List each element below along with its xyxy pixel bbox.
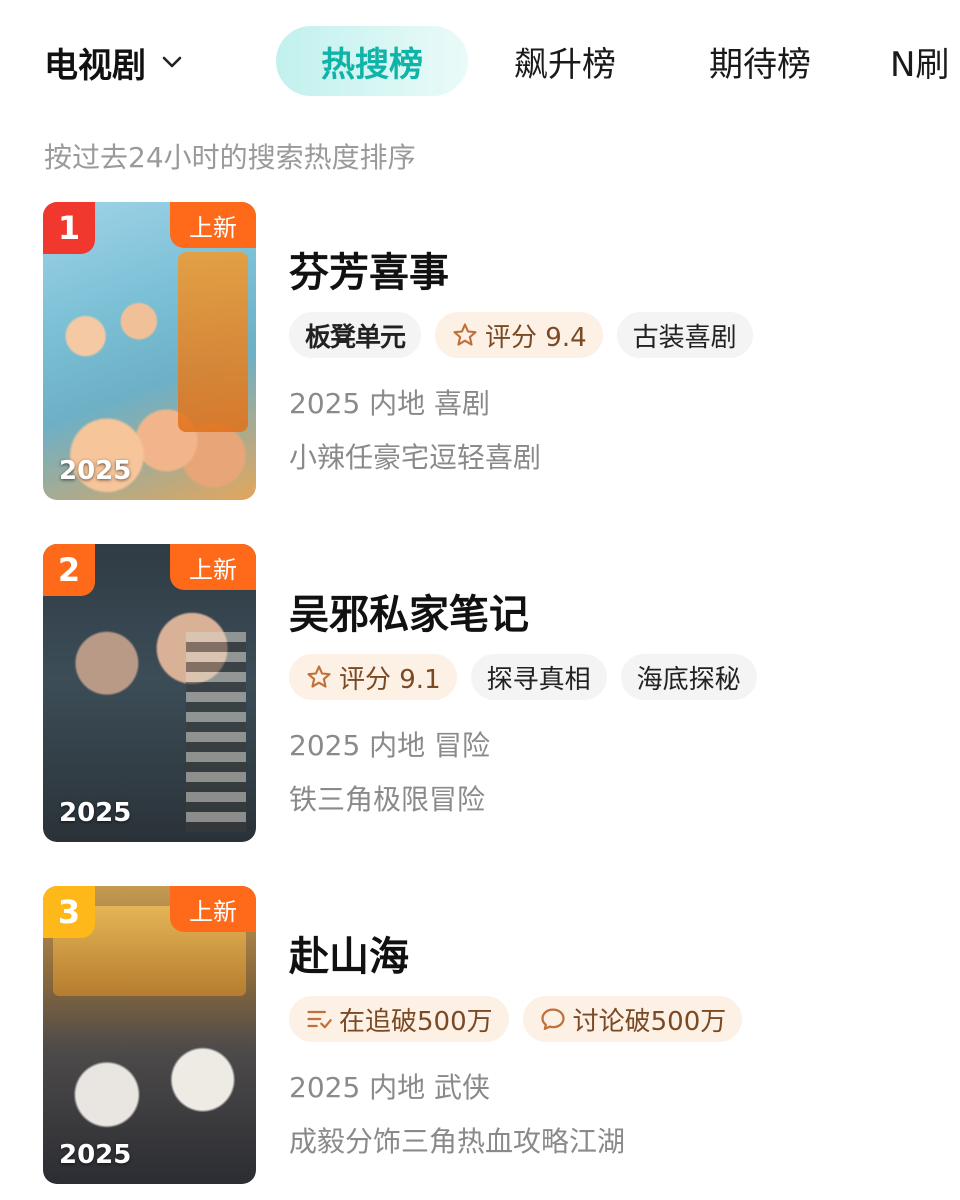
tab-rewatch[interactable]: N刷 bbox=[890, 26, 960, 96]
list-item[interactable]: 1 上新 2025 芬芳喜事 板凳单元 评分 9.4 古装喜剧 2025 内地 … bbox=[0, 202, 960, 502]
tab-hot-search[interactable]: 热搜榜 bbox=[276, 26, 468, 96]
tab-label: N刷 bbox=[890, 44, 950, 85]
item-description: 小辣任豪宅逗轻喜剧 bbox=[289, 441, 542, 474]
poster-year: 2025 bbox=[59, 1140, 132, 1170]
tab-label: 飙升榜 bbox=[514, 44, 616, 85]
poster-image[interactable]: 2 上新 2025 bbox=[43, 544, 256, 842]
watching-tag: 在追破500万 bbox=[289, 996, 509, 1042]
genre-tag: 海底探秘 bbox=[620, 654, 757, 700]
item-meta: 2025 内地 喜剧 bbox=[289, 387, 491, 420]
item-meta: 2025 内地 冒险 bbox=[289, 729, 491, 762]
tag-row: 板凳单元 评分 9.4 古装喜剧 bbox=[289, 312, 753, 358]
poster-image[interactable]: 3 上新 2025 bbox=[43, 886, 256, 1184]
tag-row: 在追破500万 讨论破500万 bbox=[289, 996, 743, 1042]
item-meta: 2025 内地 武侠 bbox=[289, 1071, 491, 1104]
ranking-description: 按过去24小时的搜索热度排序 bbox=[44, 141, 416, 174]
item-title[interactable]: 赴山海 bbox=[289, 924, 409, 982]
list-icon bbox=[307, 1010, 332, 1029]
rank-badge: 2 bbox=[43, 544, 95, 596]
tag-row: 评分 9.1 探寻真相 海底探秘 bbox=[289, 654, 757, 700]
item-title[interactable]: 芬芳喜事 bbox=[289, 240, 449, 298]
new-badge: 上新 bbox=[170, 202, 256, 248]
poster-year: 2025 bbox=[59, 798, 132, 828]
rank-badge: 3 bbox=[43, 886, 95, 938]
brand-tag: 板凳单元 bbox=[289, 312, 422, 358]
star-icon bbox=[307, 665, 331, 688]
list-item[interactable]: 3 上新 2025 赴山海 在追破500万 讨论破500万 2025 内地 武侠… bbox=[0, 886, 960, 1186]
genre-label: 探寻真相 bbox=[486, 664, 591, 695]
genre-tag: 古装喜剧 bbox=[616, 312, 753, 358]
poster-image[interactable]: 1 上新 2025 bbox=[43, 202, 256, 500]
rating-label: 评分 9.1 bbox=[339, 664, 441, 695]
rating-label: 评分 9.4 bbox=[485, 322, 587, 353]
rating-tag: 评分 9.1 bbox=[289, 654, 457, 700]
category-label: 电视剧 bbox=[44, 45, 146, 86]
chevron-down-icon bbox=[162, 56, 182, 68]
genre-label: 海底探秘 bbox=[636, 664, 741, 695]
tab-label: 热搜榜 bbox=[321, 44, 423, 85]
rank-badge: 1 bbox=[43, 202, 95, 254]
list-item[interactable]: 2 上新 2025 吴邪私家笔记 评分 9.1 探寻真相 海底探秘 2025 内… bbox=[0, 544, 960, 844]
tab-rising[interactable]: 飙升榜 bbox=[490, 26, 640, 96]
rating-tag: 评分 9.4 bbox=[435, 312, 603, 358]
chat-icon bbox=[541, 1008, 565, 1031]
item-description: 铁三角极限冒险 bbox=[289, 783, 486, 816]
tab-label: 期待榜 bbox=[709, 44, 811, 85]
discussion-label: 讨论破500万 bbox=[572, 1006, 727, 1037]
star-icon bbox=[453, 323, 477, 346]
genre-tag: 探寻真相 bbox=[470, 654, 607, 700]
category-dropdown[interactable]: 电视剧 bbox=[44, 38, 184, 86]
genre-label: 古装喜剧 bbox=[632, 322, 737, 353]
new-badge: 上新 bbox=[170, 886, 256, 932]
discussion-tag: 讨论破500万 bbox=[522, 996, 743, 1042]
top-nav: 电视剧 热搜榜 飙升榜 期待榜 N刷 bbox=[0, 0, 960, 120]
watching-label: 在追破500万 bbox=[339, 1006, 493, 1037]
item-description: 成毅分饰三角热血攻略江湖 bbox=[289, 1125, 626, 1158]
brand-tag-label: 板凳单元 bbox=[305, 322, 406, 353]
item-title[interactable]: 吴邪私家笔记 bbox=[289, 582, 529, 640]
new-badge: 上新 bbox=[170, 544, 256, 590]
tab-anticipated[interactable]: 期待榜 bbox=[685, 26, 835, 96]
poster-year: 2025 bbox=[59, 456, 132, 486]
